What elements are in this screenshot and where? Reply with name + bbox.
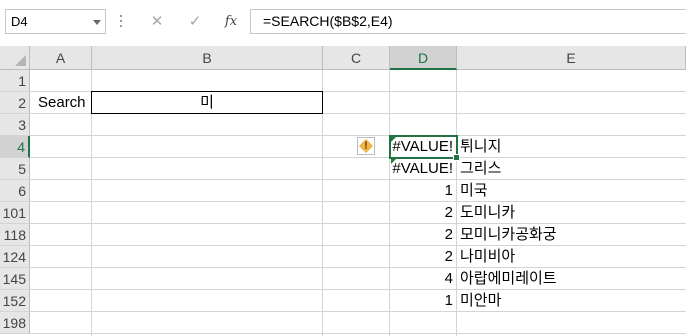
- country-cell[interactable]: 튀니지: [460, 136, 501, 158]
- column-header-c[interactable]: C: [323, 46, 390, 70]
- drag-handle-icon[interactable]: [120, 15, 122, 29]
- name-box[interactable]: D4: [5, 9, 106, 34]
- chevron-down-icon[interactable]: [93, 20, 101, 25]
- insert-function-button[interactable]: fx: [216, 9, 246, 34]
- gridline: [30, 157, 686, 158]
- select-all-button[interactable]: [0, 46, 30, 70]
- row-header[interactable]: 124: [0, 246, 30, 268]
- exclamation-icon: !: [364, 140, 368, 152]
- country-cell[interactable]: 아랍에미레이트: [460, 268, 557, 290]
- gridline: [456, 70, 457, 336]
- gridline: [30, 289, 686, 290]
- gridline: [30, 179, 686, 180]
- gridline: [30, 223, 686, 224]
- row-header[interactable]: 5: [0, 158, 30, 180]
- search-label-cell[interactable]: Search: [38, 92, 86, 114]
- spreadsheet-window: D4 ✕ ✓ fx =SEARCH($B$2,E4) A B C D E 1 2…: [0, 0, 686, 336]
- row-header[interactable]: 6: [0, 180, 30, 202]
- row-header[interactable]: 101: [0, 202, 30, 224]
- result-cell[interactable]: #VALUE!: [390, 158, 453, 180]
- formula-input[interactable]: =SEARCH($B$2,E4): [250, 9, 686, 34]
- formula-buttons: ✕ ✓ fx: [136, 9, 246, 34]
- gridline: [30, 267, 686, 268]
- column-header-a[interactable]: A: [30, 46, 92, 70]
- cancel-icon[interactable]: ✕: [142, 9, 172, 34]
- row-header[interactable]: 3: [0, 114, 30, 136]
- row-header[interactable]: 1: [0, 70, 30, 92]
- active-cell-border[interactable]: [389, 135, 458, 159]
- formula-bar: D4 ✕ ✓ fx =SEARCH($B$2,E4): [0, 0, 686, 44]
- row-header[interactable]: 198: [0, 312, 30, 334]
- search-term-cell[interactable]: 미: [91, 91, 323, 114]
- column-header-b[interactable]: B: [92, 46, 323, 70]
- result-cell[interactable]: 2: [390, 202, 453, 224]
- country-cell[interactable]: 그리스: [460, 158, 501, 180]
- result-cell[interactable]: 2: [390, 224, 453, 246]
- gridline: [30, 311, 686, 312]
- formula-text: =SEARCH($B$2,E4): [263, 13, 393, 29]
- result-cell[interactable]: 1: [390, 290, 453, 312]
- gridline: [30, 135, 686, 136]
- result-cell[interactable]: 4: [390, 268, 453, 290]
- search-term-value: 미: [200, 94, 214, 111]
- column-header-d[interactable]: D: [390, 46, 457, 70]
- result-cell[interactable]: 2: [390, 246, 453, 268]
- row-header[interactable]: 152: [0, 290, 30, 312]
- result-cell[interactable]: 1: [390, 180, 453, 202]
- row-header[interactable]: 2: [0, 92, 30, 114]
- country-cell[interactable]: 도미니카: [460, 202, 515, 224]
- country-cell[interactable]: 미안마: [460, 290, 501, 312]
- column-header-e[interactable]: E: [457, 46, 686, 70]
- enter-icon[interactable]: ✓: [180, 9, 210, 34]
- country-cell[interactable]: 나미비아: [460, 246, 515, 268]
- fill-handle[interactable]: [453, 154, 460, 161]
- country-cell[interactable]: 모미니카공화궁: [460, 224, 557, 246]
- error-warning-button[interactable]: !: [357, 137, 375, 155]
- worksheet-grid: A B C D E 1 2 3 4 5 6 101 118 124 145 15…: [0, 46, 686, 336]
- gridline: [30, 245, 686, 246]
- gridline: [30, 201, 686, 202]
- select-all-triangle-icon: [15, 55, 26, 66]
- country-cell[interactable]: 미국: [460, 180, 488, 202]
- row-header[interactable]: 145: [0, 268, 30, 290]
- row-header[interactable]: 118: [0, 224, 30, 246]
- gridline: [30, 333, 686, 334]
- row-header-selected[interactable]: 4: [0, 136, 30, 158]
- name-box-value: D4: [11, 14, 28, 29]
